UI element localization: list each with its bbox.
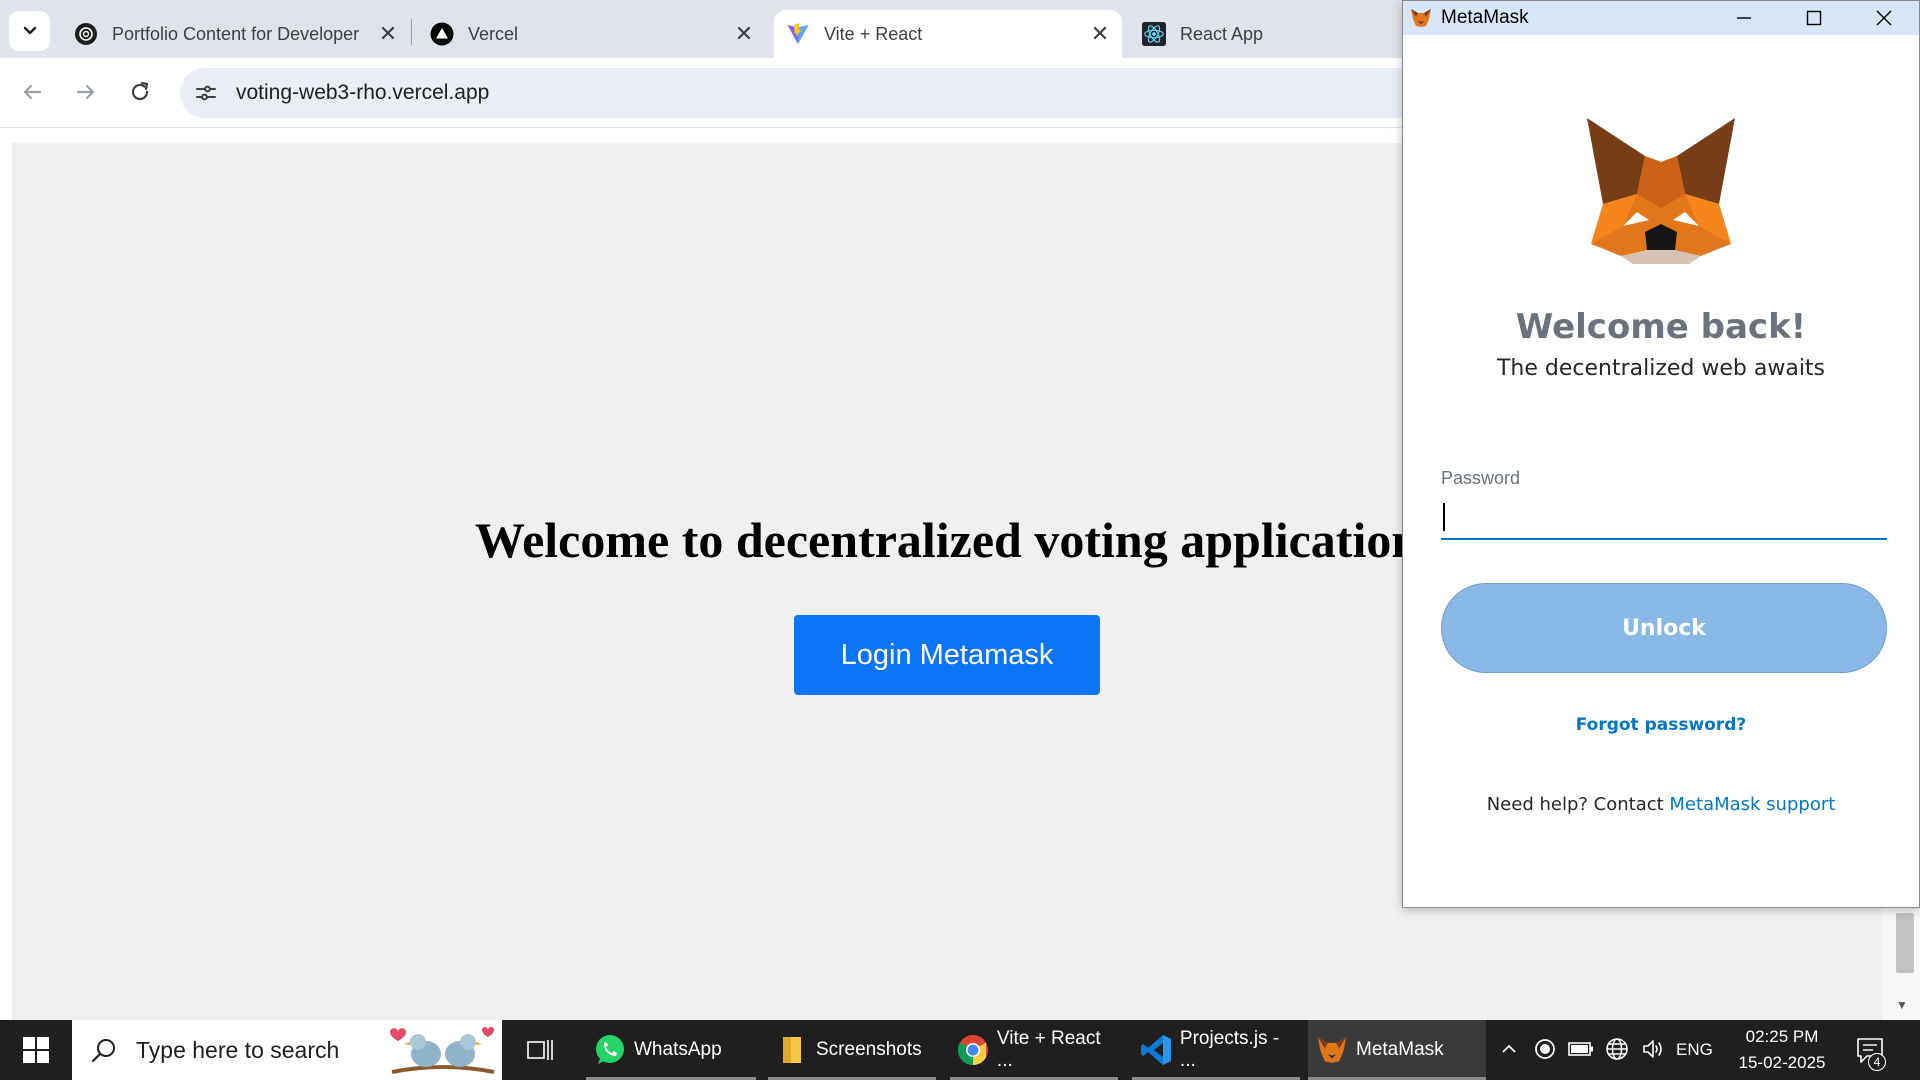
- close-tab-icon[interactable]: ✕: [374, 20, 402, 48]
- taskbar-app-chrome[interactable]: Vite + React ...: [950, 1020, 1118, 1080]
- metamask-icon: [1411, 9, 1431, 27]
- task-view-button[interactable]: [518, 1030, 562, 1070]
- windows-logo-icon: [23, 1037, 49, 1063]
- minimize-icon: [1737, 17, 1751, 19]
- taskbar-search-box[interactable]: Type here to search: [72, 1020, 502, 1080]
- back-button[interactable]: [14, 74, 50, 110]
- tab-portfolio[interactable]: Portfolio Content for Developer ✕: [62, 10, 410, 58]
- notification-count-badge: 4: [1868, 1053, 1886, 1071]
- help-prefix: Need help? Contact: [1486, 794, 1670, 815]
- metamask-titlebar[interactable]: MetaMask: [1403, 1, 1919, 35]
- metamask-icon: [1314, 1032, 1350, 1068]
- tab-search-button[interactable]: [9, 11, 50, 51]
- site-settings-icon[interactable]: [190, 77, 222, 109]
- forgot-password-link[interactable]: Forgot password?: [1403, 715, 1919, 735]
- minimize-button[interactable]: [1709, 1, 1779, 35]
- vscode-icon: [1138, 1032, 1174, 1068]
- network-globe-icon[interactable]: [1602, 1034, 1632, 1064]
- metamask-fox-logo: [1587, 118, 1735, 264]
- taskbar-app-label: WhatsApp: [634, 1039, 722, 1060]
- window-title: MetaMask: [1441, 7, 1529, 28]
- tagline: The decentralized web awaits: [1496, 356, 1826, 381]
- task-view-icon: [527, 1040, 553, 1060]
- clock-date: 15-02-2025: [1738, 1053, 1826, 1072]
- chevron-up-icon: [1502, 1044, 1516, 1053]
- lovebirds-illustration-icon: [390, 1027, 495, 1074]
- windows-taskbar: Type here to search WhatsApp Screenshots: [0, 1020, 1920, 1080]
- close-tab-icon[interactable]: ✕: [1086, 20, 1114, 48]
- vercel-icon: [430, 22, 454, 46]
- metamask-window: MetaMask Welcome back! The decentralized…: [1402, 0, 1920, 908]
- tab-title: Vercel: [468, 23, 519, 44]
- search-placeholder: Type here to search: [136, 1036, 340, 1063]
- chrome-icon: [956, 1032, 991, 1068]
- taskbar-app-screenshots[interactable]: Screenshots: [768, 1020, 936, 1080]
- battery-icon[interactable]: [1566, 1034, 1596, 1064]
- system-clock[interactable]: 02:25 PM 15-02-2025: [1726, 1024, 1838, 1076]
- reload-icon: [131, 81, 149, 101]
- text-caret: [1443, 503, 1445, 531]
- vite-icon: [786, 22, 810, 46]
- react-icon: [1142, 22, 1166, 46]
- tab-divider: [411, 19, 412, 45]
- taskbar-app-vscode[interactable]: Projects.js - ...: [1132, 1020, 1300, 1080]
- tab-react-app[interactable]: React App: [1130, 10, 1402, 58]
- close-icon: [1876, 10, 1892, 26]
- close-window-button[interactable]: [1849, 1, 1919, 35]
- maximize-icon: [1806, 10, 1822, 26]
- reload-button[interactable]: [122, 74, 158, 110]
- welcome-heading: Welcome back!: [1515, 307, 1807, 347]
- arrow-right-icon: [76, 84, 95, 100]
- taskbar-app-label: Vite + React ...: [996, 1028, 1101, 1071]
- taskbar-app-whatsapp[interactable]: WhatsApp: [586, 1020, 756, 1080]
- start-button[interactable]: [0, 1020, 72, 1080]
- clock-time: 02:25 PM: [1745, 1027, 1819, 1046]
- chevron-down-icon: [23, 26, 36, 35]
- tab-vercel[interactable]: Vercel ✕: [418, 10, 766, 58]
- password-input[interactable]: [1441, 496, 1887, 540]
- chatgpt-icon: [74, 22, 98, 46]
- password-label: Password: [1441, 468, 1521, 488]
- tab-title: Vite + React: [824, 23, 923, 44]
- close-tab-icon[interactable]: ✕: [730, 20, 758, 48]
- taskbar-app-metamask[interactable]: MetaMask: [1308, 1020, 1486, 1080]
- tab-vite-react[interactable]: Vite + React ✕: [774, 10, 1122, 58]
- maximize-button[interactable]: [1779, 1, 1849, 35]
- help-text: Need help? Contact MetaMask support: [1403, 794, 1919, 815]
- login-metamask-button[interactable]: Login Metamask: [794, 615, 1100, 695]
- tab-title: React App: [1180, 23, 1264, 44]
- taskbar-app-label: Screenshots: [816, 1039, 922, 1060]
- arrow-left-icon: [23, 84, 42, 100]
- taskbar-app-label: Projects.js - ...: [1179, 1028, 1280, 1071]
- tab-title: Portfolio Content for Developer: [112, 23, 360, 44]
- metamask-support-link[interactable]: MetaMask support: [1669, 794, 1835, 815]
- unlock-button[interactable]: Unlock: [1441, 583, 1887, 673]
- taskbar-app-label: MetaMask: [1356, 1039, 1444, 1060]
- folder-icon: [774, 1032, 810, 1068]
- language-indicator[interactable]: ENG: [1676, 1020, 1713, 1080]
- record-icon[interactable]: [1530, 1034, 1560, 1064]
- scrollbar-thumb[interactable]: [1896, 913, 1914, 973]
- volume-icon[interactable]: [1638, 1034, 1668, 1064]
- whatsapp-icon: [592, 1032, 628, 1068]
- scroll-down-icon[interactable]: ▼: [1896, 998, 1908, 1012]
- search-icon: [88, 1034, 120, 1066]
- forward-button[interactable]: [68, 74, 104, 110]
- show-hidden-icons-button[interactable]: [1494, 1034, 1524, 1064]
- url-text: voting-web3-rho.vercel.app: [236, 81, 490, 104]
